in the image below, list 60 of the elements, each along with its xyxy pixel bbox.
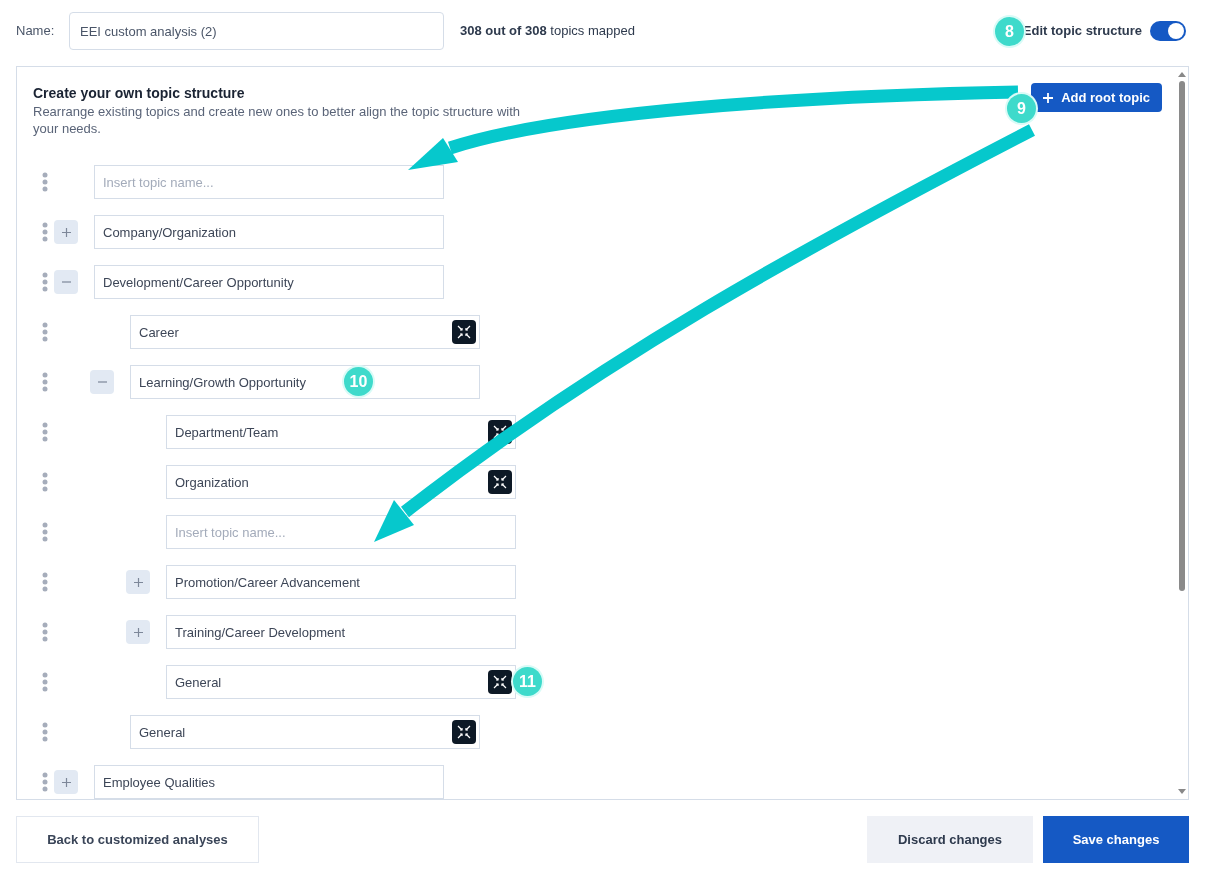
drag-handle-icon[interactable] xyxy=(42,172,48,192)
topic-name-field[interactable]: Career xyxy=(130,315,480,349)
expand-button[interactable] xyxy=(126,570,150,594)
arrows-inward-button[interactable] xyxy=(452,720,476,744)
drag-handle-icon[interactable] xyxy=(42,722,48,742)
step-badge: 8 xyxy=(995,17,1024,46)
arrows-inward-icon xyxy=(493,475,507,489)
step-badge: 10 xyxy=(344,367,373,396)
scroll-up-icon[interactable] xyxy=(1178,71,1186,79)
expand-button[interactable] xyxy=(54,770,78,794)
topic-name-field[interactable]: Insert topic name... xyxy=(166,515,516,549)
topic-name-field[interactable]: General xyxy=(166,665,516,699)
edit-structure-toggle[interactable] xyxy=(1150,21,1186,41)
scroll-down-icon[interactable] xyxy=(1178,787,1186,795)
topic-name-field[interactable]: Training/Career Development xyxy=(166,615,516,649)
panel-description: Rearrange existing topics and create new ones to better align the topic structure with your needs. xyxy=(33,103,522,137)
topic-name-field[interactable]: General xyxy=(130,715,480,749)
drag-handle-icon[interactable] xyxy=(42,472,48,492)
panel-title: Create your own topic structure xyxy=(33,84,246,103)
arrows-inward-button[interactable] xyxy=(452,320,476,344)
name-field[interactable]: EEI custom analysis (2) xyxy=(69,12,444,50)
plus-icon xyxy=(61,227,71,237)
topic-name-field[interactable]: Development/Career Opportunity xyxy=(94,265,444,299)
drag-handle-icon[interactable] xyxy=(42,522,48,542)
arrows-inward-icon xyxy=(493,425,507,439)
topic-name-field[interactable]: Insert topic name... xyxy=(94,165,444,199)
discard-changes-button[interactable]: Discard changes xyxy=(867,816,1033,863)
drag-handle-icon[interactable] xyxy=(42,222,48,242)
arrows-inward-button[interactable] xyxy=(488,470,512,494)
drag-handle-icon[interactable] xyxy=(42,272,48,292)
drag-handle-icon[interactable] xyxy=(42,572,48,592)
drag-handle-icon[interactable] xyxy=(42,772,48,792)
arrows-inward-icon xyxy=(457,725,471,739)
step-badge: 11 xyxy=(513,667,542,696)
arrows-inward-icon xyxy=(457,325,471,339)
topic-name-field[interactable]: Company/Organization xyxy=(94,215,444,249)
save-changes-button[interactable]: Save changes xyxy=(1043,816,1189,863)
topic-name-field[interactable]: Department/Team xyxy=(166,415,516,449)
topic-name-field[interactable]: Promotion/Career Advancement xyxy=(166,565,516,599)
expand-button[interactable] xyxy=(126,620,150,644)
plus-icon xyxy=(61,777,71,787)
mapped-summary: 308 out of 308 topics mapped xyxy=(460,22,635,41)
step-badge: 9 xyxy=(1007,94,1036,123)
drag-handle-icon[interactable] xyxy=(42,422,48,442)
add-root-topic-button[interactable]: Add root topic xyxy=(1031,83,1162,112)
back-button[interactable]: Back to customized analyses xyxy=(16,816,259,863)
drag-handle-icon[interactable] xyxy=(42,322,48,342)
plus-icon xyxy=(133,627,143,637)
arrows-inward-button[interactable] xyxy=(488,670,512,694)
name-label: Name: xyxy=(16,22,56,41)
collapse-button[interactable] xyxy=(54,270,78,294)
drag-handle-icon[interactable] xyxy=(42,372,48,392)
plus-icon xyxy=(1043,92,1054,103)
plus-icon xyxy=(133,577,143,587)
drag-handle-icon[interactable] xyxy=(42,622,48,642)
expand-button[interactable] xyxy=(54,220,78,244)
drag-handle-icon[interactable] xyxy=(42,672,48,692)
arrows-inward-icon xyxy=(493,675,507,689)
collapse-button[interactable] xyxy=(90,370,114,394)
topic-name-field[interactable]: Employee Qualities xyxy=(94,765,444,799)
